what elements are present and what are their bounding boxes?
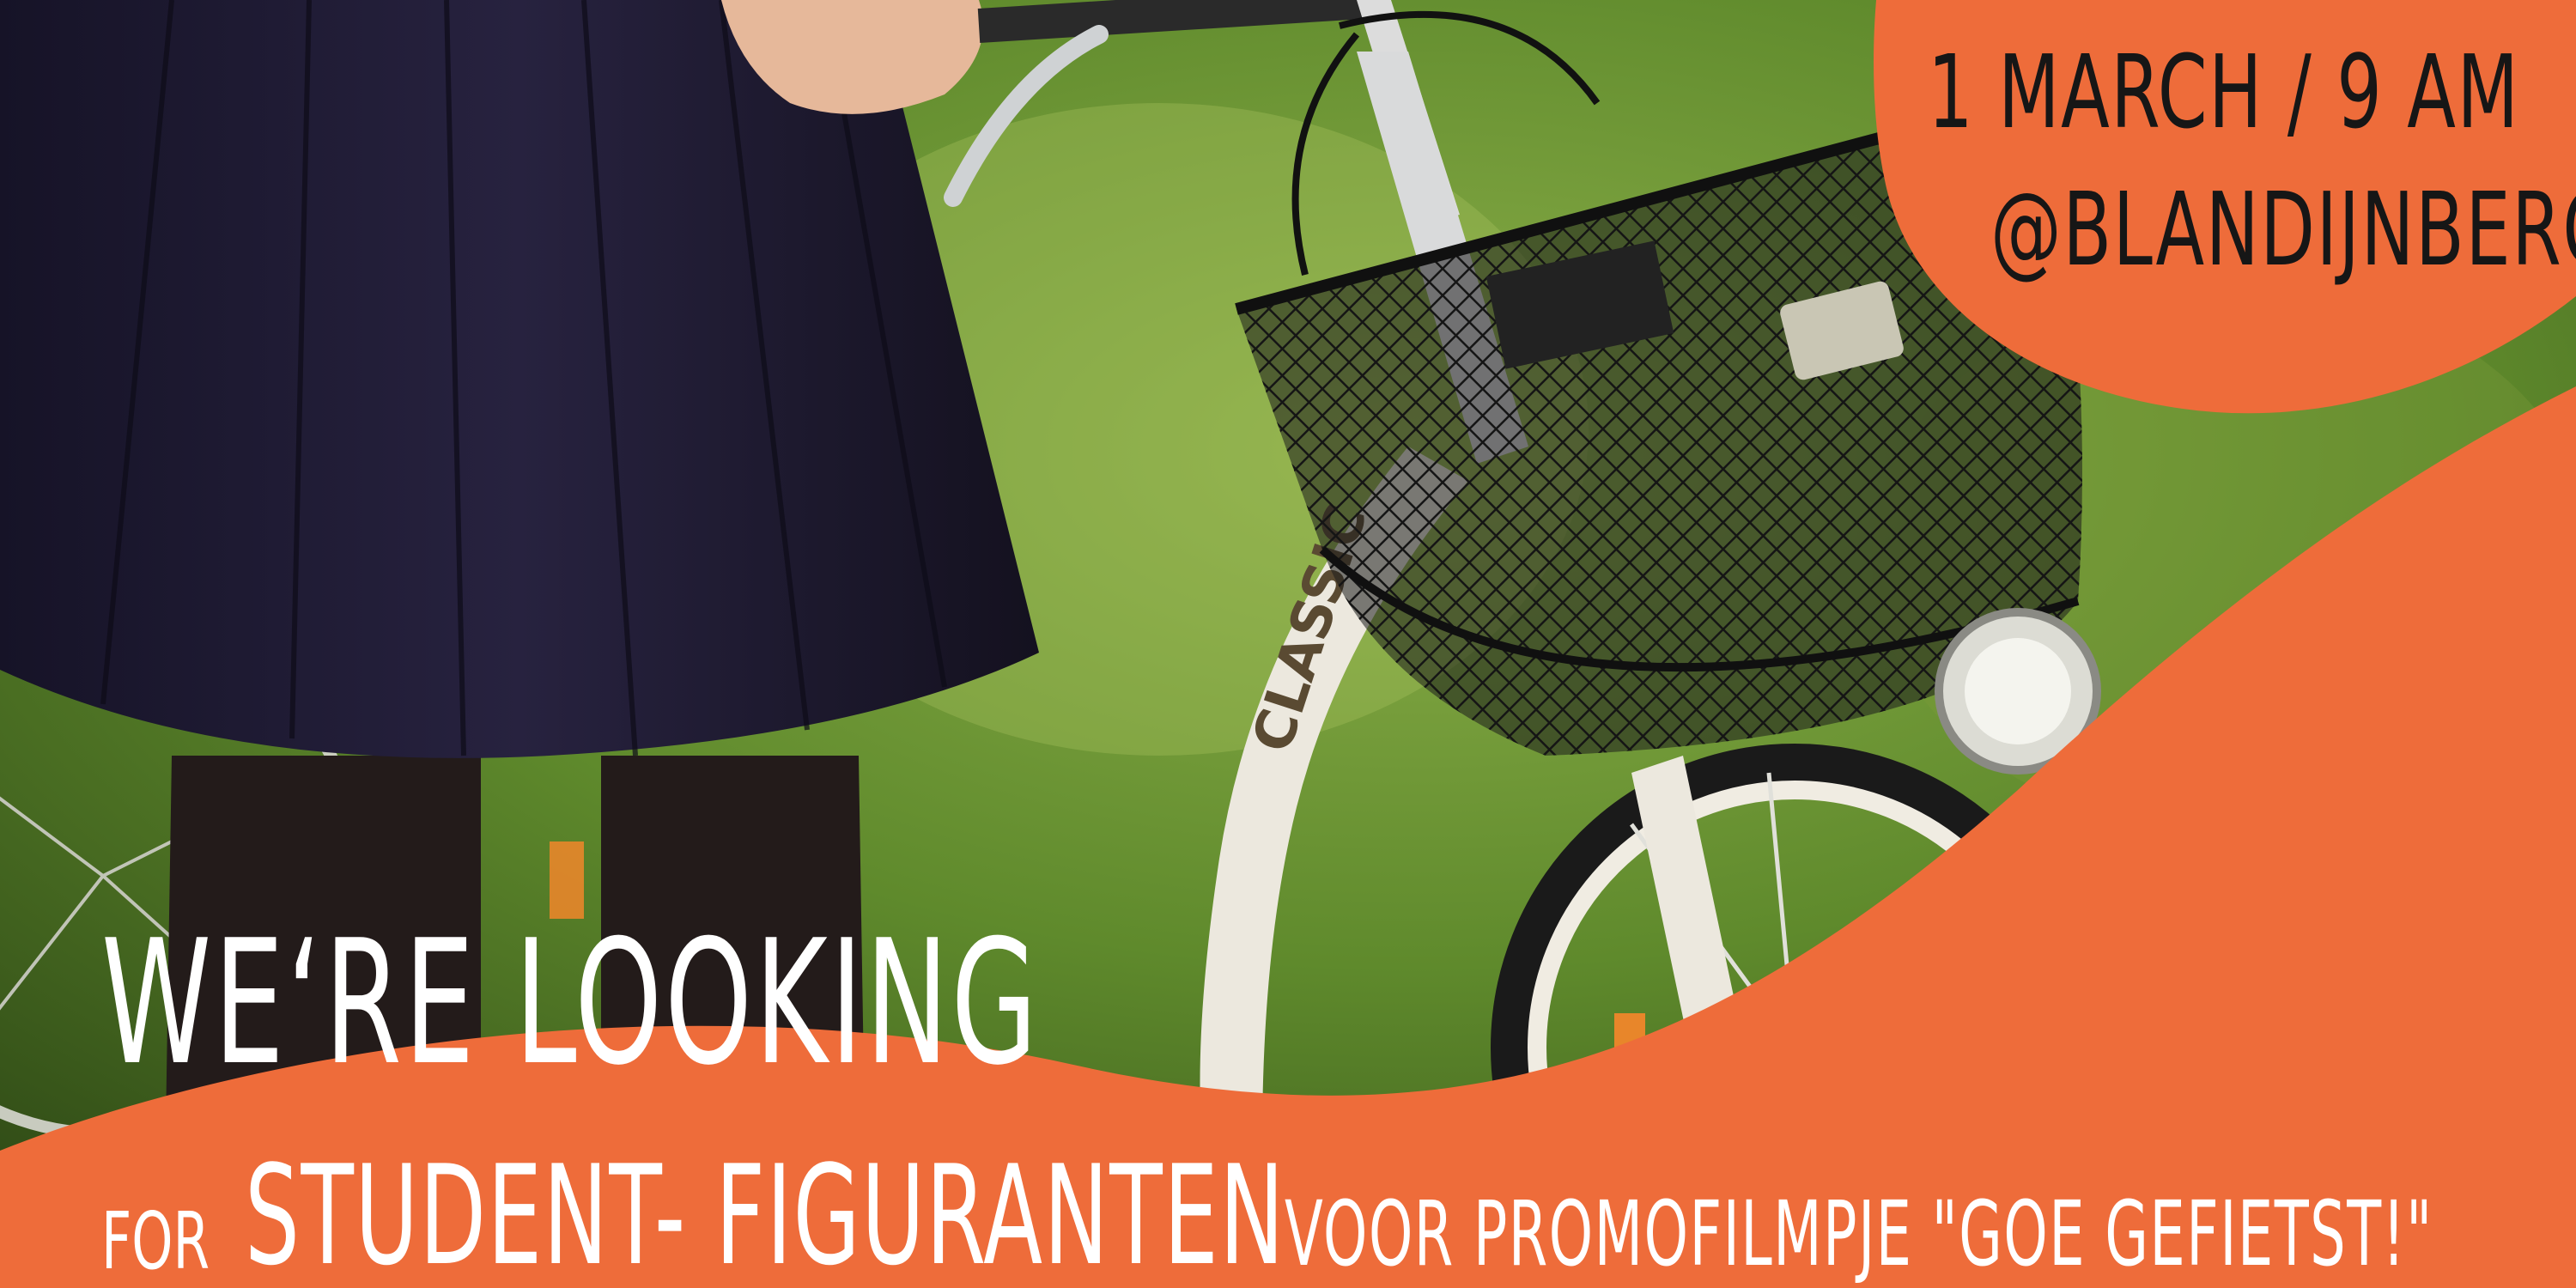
skirt: [0, 0, 1039, 758]
role-label: STUDENT- FIGURANTEN: [245, 1135, 1285, 1288]
purpose-label: VOOR PROMOFILMPJE "GOE GEFIETST!": [1285, 1182, 2433, 1286]
event-date-time: 1 MARCH / 9 AM: [1928, 33, 2520, 151]
event-banner: CLASSIC 1 MARCH / 9 AM @BLANDIJNBERG WE‘…: [0, 0, 2576, 1288]
event-location: @BLANDIJNBERG: [1990, 170, 2576, 289]
for-label: FOR: [101, 1195, 210, 1287]
headline: WE‘RE LOOKING: [101, 903, 1040, 1103]
